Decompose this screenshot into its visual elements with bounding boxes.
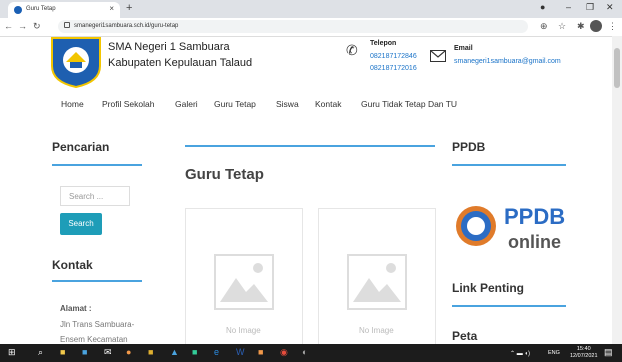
ppdb-heading: PPDB xyxy=(452,140,486,154)
phone-icon: ✆ xyxy=(346,42,358,58)
menu-siswa[interactable]: Siswa xyxy=(276,99,299,109)
app-icon[interactable]: ▲ xyxy=(170,347,179,357)
forward-icon[interactable]: → xyxy=(18,21,27,31)
phone-label: Telepon xyxy=(370,40,397,47)
bookmark-star-icon[interactable]: ☆ xyxy=(558,21,566,32)
profile-avatar[interactable] xyxy=(590,20,602,32)
menu-galeri[interactable]: Galeri xyxy=(175,99,198,109)
app-icon[interactable]: ■ xyxy=(148,347,153,357)
address-label: Alamat : xyxy=(60,304,92,313)
email-label: Email xyxy=(454,45,473,52)
no-image-label: No Image xyxy=(359,326,394,335)
extensions-puzzle-icon[interactable]: ✱ xyxy=(577,21,585,32)
close-window-icon[interactable]: ✕ xyxy=(606,2,614,13)
email-icon xyxy=(430,50,446,62)
no-image-label: No Image xyxy=(226,326,261,335)
search-heading-underline xyxy=(52,164,142,166)
school-name: SMA Negeri 1 Sambuara xyxy=(108,41,230,53)
menu-kontak[interactable]: Kontak xyxy=(315,99,341,109)
image-placeholder-icon xyxy=(347,254,407,310)
address-line-2: Ensem Kecamatan xyxy=(60,335,128,344)
menu-profil-sekolah[interactable]: Profil Sekolah xyxy=(102,99,154,109)
url-text[interactable]: smanegeri1sambuara.sch.id/guru-tetap xyxy=(74,23,178,29)
school-logo[interactable] xyxy=(48,30,104,88)
scrollbar-thumb[interactable] xyxy=(614,48,620,88)
search-icon[interactable]: ⌕ xyxy=(38,347,43,358)
map-heading: Peta xyxy=(452,329,478,343)
notification-icon[interactable]: ▤ xyxy=(604,347,613,358)
search-input[interactable]: Search ... xyxy=(60,186,130,206)
menu-home[interactable]: Home xyxy=(61,99,84,109)
main-top-divider xyxy=(185,145,435,147)
tab-title: Guru Tetap xyxy=(26,6,56,12)
browser-menu-icon[interactable]: ⋮ xyxy=(608,21,617,32)
browser-tab[interactable]: Guru Tetap × xyxy=(8,2,120,18)
system-tray-icons[interactable]: ⌃ ▬ ◖) xyxy=(510,350,530,357)
mail-icon[interactable]: ✉ xyxy=(104,347,112,358)
links-heading-underline xyxy=(452,305,566,307)
contact-heading: Kontak xyxy=(52,258,93,272)
back-icon[interactable]: ← xyxy=(4,21,13,31)
phone-number-1[interactable]: 082187172846 xyxy=(370,53,417,60)
maximize-icon[interactable]: ❐ xyxy=(586,2,594,13)
search-heading: Pencarian xyxy=(52,140,110,154)
zoom-icon[interactable]: ⊕ xyxy=(540,21,548,32)
new-tab-icon[interactable]: + xyxy=(126,2,132,14)
store-icon[interactable]: ■ xyxy=(82,347,87,357)
reload-icon[interactable]: ↻ xyxy=(33,21,41,32)
image-placeholder-icon xyxy=(214,254,274,310)
edge-icon[interactable]: e xyxy=(214,347,219,357)
address-line-1: Jln Trans Sambuara- xyxy=(60,320,135,329)
taskbar-clock[interactable]: 15:40 12/07/2021 xyxy=(570,346,598,360)
school-region: Kabupaten Kepulauan Talaud xyxy=(108,57,253,69)
page-title: Guru Tetap xyxy=(185,166,264,183)
app-icon[interactable]: ● xyxy=(126,347,131,357)
extension-icon[interactable]: ● xyxy=(540,2,545,12)
file-explorer-icon[interactable]: ■ xyxy=(60,347,65,357)
language-indicator[interactable]: ENG xyxy=(548,350,560,356)
email-address[interactable]: smanegeri1sambuara@gmail.com xyxy=(454,58,561,65)
contact-heading-underline xyxy=(52,280,142,282)
ppdb-heading-underline xyxy=(452,164,566,166)
windows-start-icon[interactable]: ⊞ xyxy=(8,347,16,358)
minimize-icon[interactable]: – xyxy=(566,2,571,12)
menu-guru-tidak-tetap[interactable]: Guru Tidak Tetap Dan TU xyxy=(361,99,457,109)
ppdb-logo-text: PPDB xyxy=(504,204,565,229)
word-icon[interactable]: W xyxy=(236,347,245,357)
taskbar-date: 12/07/2021 xyxy=(570,353,598,359)
chrome-icon[interactable]: ◉ xyxy=(280,347,288,358)
ppdb-online-logo[interactable]: PPDB online xyxy=(454,196,570,258)
lock-icon[interactable] xyxy=(64,22,70,28)
links-heading: Link Penting xyxy=(452,281,524,295)
search-button[interactable]: Search xyxy=(60,213,102,235)
menu-guru-tetap[interactable]: Guru Tetap xyxy=(214,99,256,109)
site-favicon-icon xyxy=(14,6,22,14)
close-tab-icon[interactable]: × xyxy=(109,4,114,13)
ppdb-logo-subtext: online xyxy=(508,232,561,252)
app-icon[interactable]: ■ xyxy=(192,347,197,357)
phone-number-2[interactable]: 082187172016 xyxy=(370,65,417,72)
app-icon[interactable]: ■ xyxy=(258,347,263,357)
taskbar-time: 15:40 xyxy=(576,346,591,352)
app-icon[interactable]: ◐ xyxy=(302,347,307,357)
